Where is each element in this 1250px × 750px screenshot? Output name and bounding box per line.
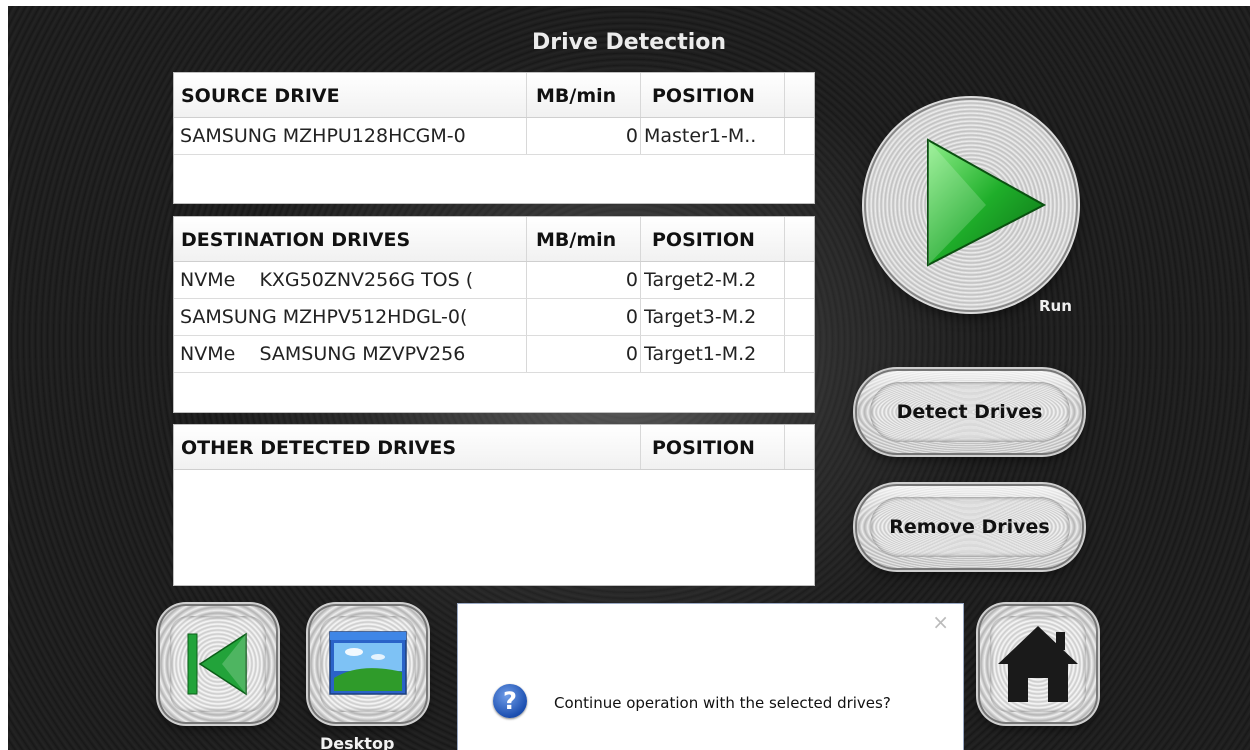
desktop-icon bbox=[329, 631, 407, 695]
desktop-label: Desktop bbox=[320, 734, 395, 750]
other-drives-panel: OTHER DETECTED DRIVES POSITION bbox=[173, 424, 815, 586]
table-row[interactable]: SAMSUNG MZHPV512HDGL-0( 0 Target3-M.2 bbox=[174, 299, 814, 336]
desktop-button[interactable] bbox=[310, 606, 426, 722]
drive-rate: 0 bbox=[625, 306, 638, 328]
source-position-header: POSITION bbox=[652, 85, 755, 107]
remove-drives-label: Remove Drives bbox=[869, 497, 1070, 557]
drive-position: Target2-M.2 bbox=[644, 269, 757, 291]
source-rate-header: MB/min bbox=[536, 85, 617, 107]
confirm-dialog: × ? Continue operation with the selected… bbox=[457, 603, 964, 750]
question-icon: ? bbox=[493, 684, 527, 718]
close-icon[interactable]: × bbox=[932, 610, 949, 634]
app-window: Drive Detection SOURCE DRIVE MB/min POSI… bbox=[8, 6, 1250, 750]
table-row[interactable]: NVMe SAMSUNG MZVPV256 0 Target1-M.2 bbox=[174, 336, 814, 373]
source-drive-panel: SOURCE DRIVE MB/min POSITION SAMSUNG MZH… bbox=[173, 72, 815, 204]
drive-rate: 0 bbox=[625, 269, 638, 291]
other-position-header: POSITION bbox=[652, 437, 755, 459]
destination-rate-header: MB/min bbox=[536, 229, 617, 251]
other-name-header: OTHER DETECTED DRIVES bbox=[181, 437, 457, 459]
table-row[interactable]: SAMSUNG MZHPU128HCGM-0 0 Master1-M.. bbox=[174, 118, 814, 155]
page-title: Drive Detection bbox=[531, 30, 727, 55]
back-button[interactable] bbox=[160, 606, 276, 722]
source-name-header: SOURCE DRIVE bbox=[181, 85, 340, 107]
skip-back-icon bbox=[187, 632, 247, 696]
drive-name: SAMSUNG MZHPV512HDGL-0( bbox=[180, 306, 468, 328]
home-button[interactable] bbox=[980, 606, 1096, 722]
drive-rate: 0 bbox=[625, 343, 638, 365]
source-drive-header: SOURCE DRIVE MB/min POSITION bbox=[174, 73, 814, 118]
play-icon bbox=[927, 138, 1047, 267]
destination-name-header: DESTINATION DRIVES bbox=[181, 229, 411, 251]
detect-drives-label: Detect Drives bbox=[869, 382, 1070, 442]
run-button[interactable] bbox=[866, 100, 1076, 310]
home-icon bbox=[998, 626, 1078, 702]
drive-position: Master1-M.. bbox=[644, 125, 757, 147]
destination-drives-panel: DESTINATION DRIVES MB/min POSITION NVMe … bbox=[173, 216, 815, 413]
drive-rate: 0 bbox=[625, 125, 638, 147]
remove-drives-button[interactable]: Remove Drives bbox=[857, 486, 1082, 568]
table-row[interactable]: NVMe KXG50ZNV256G TOS ( 0 Target2-M.2 bbox=[174, 262, 814, 299]
drive-position: Target3-M.2 bbox=[644, 306, 757, 328]
destination-position-header: POSITION bbox=[652, 229, 755, 251]
run-label: Run bbox=[1039, 297, 1072, 315]
destination-drives-header: DESTINATION DRIVES MB/min POSITION bbox=[174, 217, 814, 262]
drive-name: SAMSUNG MZHPU128HCGM-0 bbox=[180, 125, 466, 147]
drive-position: Target1-M.2 bbox=[644, 343, 757, 365]
other-drives-header: OTHER DETECTED DRIVES POSITION bbox=[174, 425, 814, 470]
dialog-message: Continue operation with the selected dri… bbox=[554, 694, 891, 712]
drive-name: NVMe KXG50ZNV256G TOS ( bbox=[180, 269, 474, 291]
drive-name: NVMe SAMSUNG MZVPV256 bbox=[180, 343, 466, 365]
detect-drives-button[interactable]: Detect Drives bbox=[857, 371, 1082, 453]
